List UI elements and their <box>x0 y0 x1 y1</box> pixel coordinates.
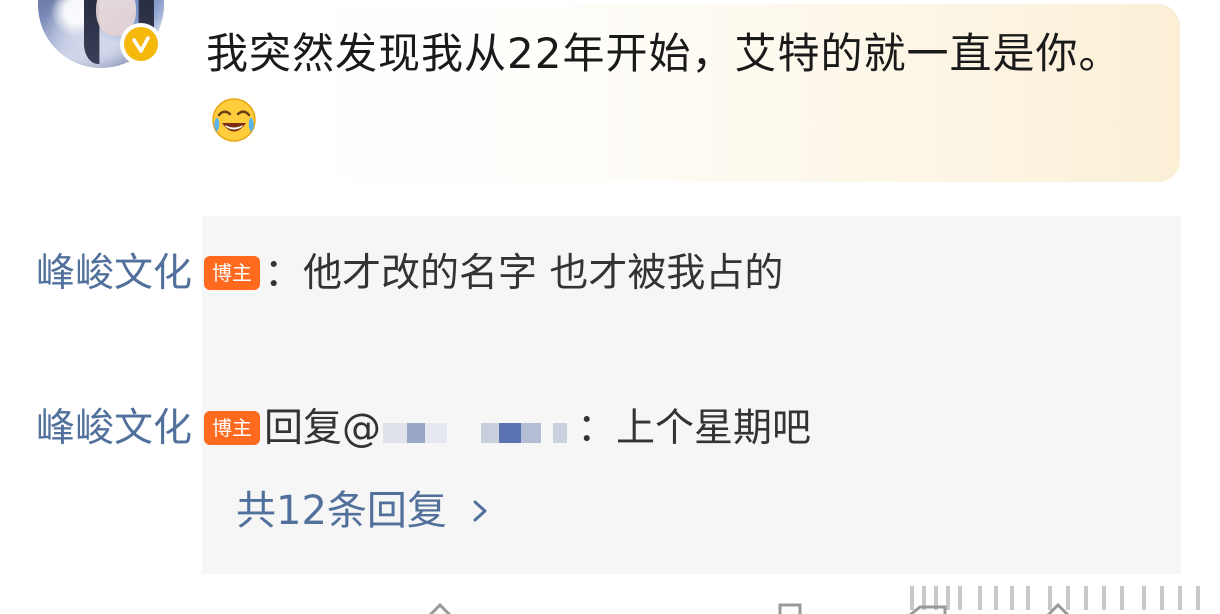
reply-content: ：上个星期吧 <box>577 406 812 451</box>
reply-item[interactable]: 峰峻文化 博主 回复@ ：上个星期吧 <box>36 395 936 463</box>
reply-to-label: 回复@ <box>264 406 382 451</box>
chevron-right-icon <box>459 492 490 533</box>
reply-author-link[interactable]: 峰峻文化 <box>36 251 192 296</box>
blogger-badge: 博主 <box>204 411 261 445</box>
reply-content: 他才改的名字 也才被我占的 <box>303 251 784 296</box>
blogger-badge: 博主 <box>204 256 261 290</box>
redacted-username <box>381 413 577 443</box>
verified-check-icon <box>124 27 158 61</box>
laughing-tears-emoji <box>210 96 258 144</box>
view-all-replies-link[interactable]: 共12条回复 <box>236 477 490 547</box>
comment-text: 我突然发现我从22年开始，艾特的就一直是你。 <box>206 20 1156 156</box>
reply-item[interactable]: 峰峻文化 博主 ：他才改的名字 也才被我占的 <box>36 240 936 308</box>
comment-bubble[interactable]: 我突然发现我从22年开始，艾特的就一直是你。 <box>196 4 1180 182</box>
view-all-label: 共12条回复 <box>236 488 447 534</box>
reply-author-link[interactable]: 峰峻文化 <box>36 406 192 451</box>
comment-thread: 我突然发现我从22年开始，艾特的就一直是你。 峰峻文化 博主 ：他才改的名字 也才被… <box>0 0 1220 614</box>
comment-body: 我突然发现我从22年开始，艾特的就一直是你。 <box>206 29 1122 78</box>
action-bar-partial <box>400 600 1100 614</box>
verified-badge <box>120 23 162 65</box>
reply-separator: ： <box>264 251 304 296</box>
